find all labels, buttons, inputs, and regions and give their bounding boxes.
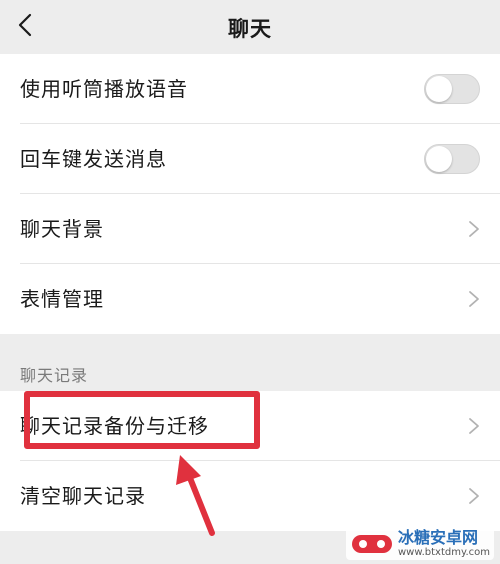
watermark-logo-icon (351, 534, 392, 553)
annotation-arrow-icon (176, 455, 215, 536)
watermark-url: www.btxtdmy.com (397, 547, 490, 558)
watermark-name: 冰糖安卓网 (397, 528, 478, 547)
watermark: 冰糖安卓网 www.btxtdmy.com (345, 527, 494, 560)
